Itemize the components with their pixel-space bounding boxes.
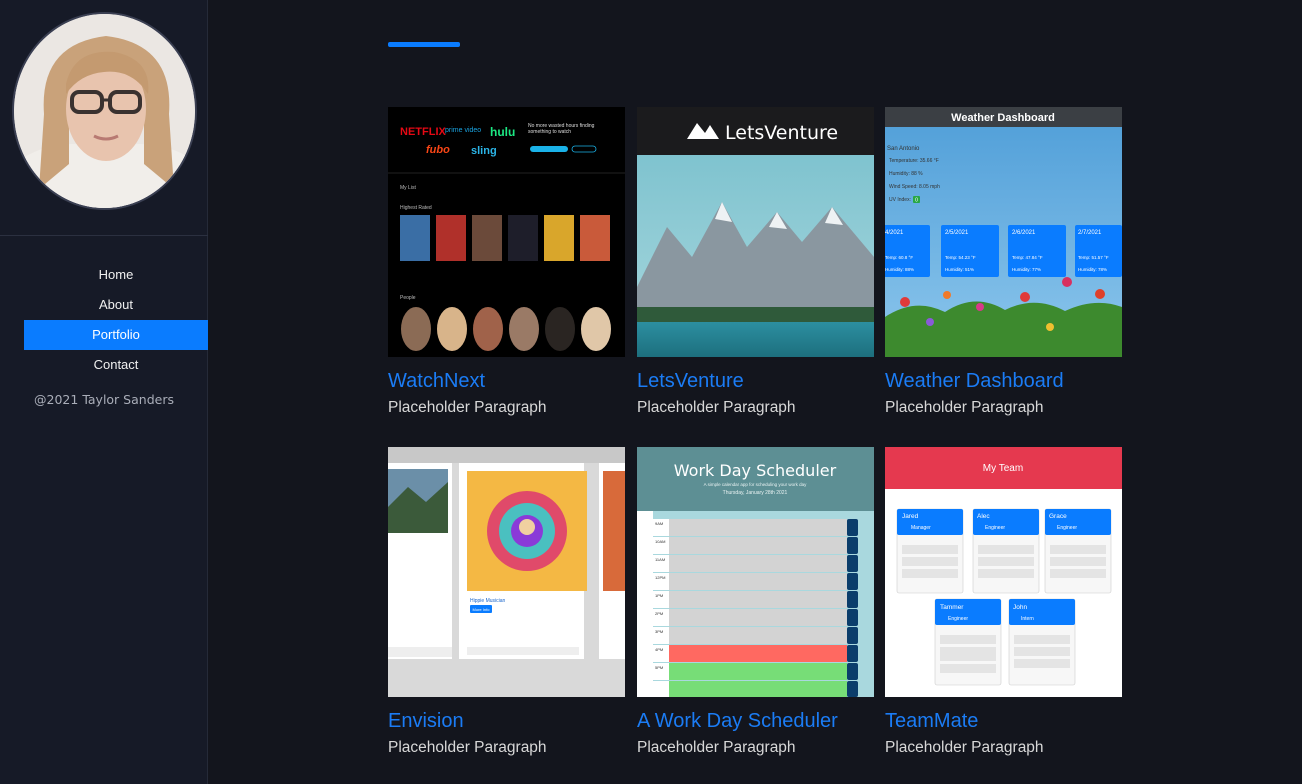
- member-name: John: [1013, 604, 1027, 611]
- hour-label: 12PM: [655, 575, 665, 580]
- netflix-logo: NETFLIX: [400, 126, 446, 138]
- project-description: Placeholder Paragraph: [388, 739, 547, 756]
- project-thumbnail-watchnext[interactable]: NETFLIX prime video hulu fubo sling No m…: [388, 107, 625, 357]
- project-title[interactable]: WatchNext: [388, 370, 625, 393]
- scheduler-subtitle: A simple calendar app for scheduling you…: [704, 482, 808, 487]
- weather-stat-temp: Temperature: 35.66 °F: [889, 158, 939, 164]
- main-nav: Home About Portfolio Contact: [24, 260, 208, 380]
- forecast-date: 2/5/2021: [945, 230, 969, 236]
- watchnext-section-mylist: My List: [400, 185, 416, 191]
- weather-stat-humidity: Humidity: 88 %: [889, 171, 923, 177]
- watchnext-tagline: No more wasted hours finding something t…: [528, 123, 595, 135]
- weather-stat-wind: Wind Speed: 8.05 mph: [889, 184, 940, 190]
- prime-logo: prime video: [445, 127, 481, 134]
- hour-label: 11AM: [655, 557, 665, 562]
- member-role: Manager: [911, 525, 931, 531]
- project-title[interactable]: Weather Dashboard: [885, 370, 1122, 393]
- scheduler-rows: [653, 519, 858, 697]
- project-description: Placeholder Paragraph: [885, 739, 1044, 756]
- project-description: Placeholder Paragraph: [388, 399, 547, 416]
- sidebar-divider: [0, 235, 208, 236]
- forecast-date: 2/7/2021: [1078, 230, 1102, 236]
- weather-city: San Antonio: [887, 146, 920, 152]
- project-description: Placeholder Paragraph: [637, 399, 796, 416]
- forecast-humidity: Humidity: 51%: [945, 267, 974, 272]
- project-card-envision: Hippie Musician More Info Envision Place…: [388, 447, 625, 757]
- member-name: Grace: [1049, 513, 1067, 520]
- letsventure-brand: LetsVenture: [725, 122, 838, 144]
- member-name: Tammer: [940, 604, 964, 611]
- teammate-header: My Team: [983, 463, 1023, 474]
- project-thumbnail-weather[interactable]: Weather Dashboard San Antonio Temperatur…: [885, 107, 1122, 357]
- copyright: @2021 Taylor Sanders: [34, 392, 174, 407]
- member-name: Alec: [977, 513, 990, 520]
- sling-logo: sling: [471, 145, 497, 157]
- project-title[interactable]: LetsVenture: [637, 370, 874, 393]
- member-role: Engineer: [985, 525, 1005, 531]
- project-card-watchnext: NETFLIX prime video hulu fubo sling No m…: [388, 107, 625, 417]
- project-description: Placeholder Paragraph: [885, 399, 1044, 416]
- project-description: Placeholder Paragraph: [637, 739, 796, 756]
- project-card-teammate: My Team Jared Manager Alec Engineer Grac…: [885, 447, 1122, 757]
- nav-portfolio[interactable]: Portfolio: [24, 320, 208, 350]
- member-role: Intern: [1021, 616, 1034, 622]
- hour-label: 2PM: [655, 611, 663, 616]
- section-accent-bar: [388, 42, 460, 47]
- weather-uv-value: 0: [915, 198, 918, 204]
- forecast-humidity: Humidity: 78%: [1078, 267, 1107, 272]
- project-card-scheduler: Work Day Scheduler A simple calendar app…: [637, 447, 874, 757]
- project-thumbnail-teammate[interactable]: My Team Jared Manager Alec Engineer Grac…: [885, 447, 1122, 697]
- watchnext-section-rated: Highest Rated: [400, 205, 432, 211]
- forecast-temp: Temp: 51.57 °F: [1078, 255, 1109, 260]
- forecast-temp: Temp: 47.84 °F: [1012, 255, 1043, 260]
- forecast-date: 2/6/2021: [1012, 230, 1036, 236]
- watchnext-section-people: People: [400, 295, 416, 301]
- scheduler-date: Thursday, January 28th 2021: [723, 490, 788, 496]
- hour-label: 9AM: [655, 521, 663, 526]
- hour-label: 3PM: [655, 629, 663, 634]
- envision-more-button: More Info: [473, 607, 491, 612]
- hour-label: 10AM: [655, 539, 665, 544]
- project-title[interactable]: TeamMate: [885, 710, 1122, 733]
- project-card-letsventure: LetsVenture LetsVenture Placeholder Para…: [637, 107, 874, 417]
- sidebar: Home About Portfolio Contact @2021 Taylo…: [0, 0, 208, 784]
- project-thumbnail-scheduler[interactable]: Work Day Scheduler A simple calendar app…: [637, 447, 874, 697]
- project-thumbnail-letsventure[interactable]: LetsVenture: [637, 107, 874, 357]
- weather-stat-uv: UV Index:: [889, 197, 911, 203]
- nav-home[interactable]: Home: [24, 260, 208, 290]
- hour-label: 1PM: [655, 593, 663, 598]
- scheduler-header: Work Day Scheduler: [674, 461, 837, 480]
- forecast-temp: Temp: 54.23 °F: [945, 255, 976, 260]
- forecast-date: 4/2021: [885, 230, 904, 236]
- forecast-temp: Temp: 60.8 °F: [885, 255, 913, 260]
- project-title[interactable]: A Work Day Scheduler: [637, 710, 874, 733]
- project-card-weather-dashboard: Weather Dashboard San Antonio Temperatur…: [885, 107, 1122, 417]
- member-role: Engineer: [948, 616, 968, 622]
- nav-about[interactable]: About: [24, 290, 208, 320]
- forecast-humidity: Humidity: 88%: [885, 267, 914, 272]
- project-thumbnail-envision[interactable]: Hippie Musician More Info: [388, 447, 625, 697]
- forecast-humidity: Humidity: 77%: [1012, 267, 1041, 272]
- hulu-logo: hulu: [490, 125, 515, 139]
- member-role: Engineer: [1057, 525, 1077, 531]
- nav-contact[interactable]: Contact: [24, 350, 208, 380]
- project-title[interactable]: Envision: [388, 710, 625, 733]
- envision-caption: Hippie Musician: [470, 598, 506, 604]
- profile-avatar: [12, 12, 197, 210]
- hour-label: 5PM: [655, 665, 663, 670]
- weather-header: Weather Dashboard: [951, 112, 1055, 124]
- fubo-logo: fubo: [426, 144, 450, 156]
- hour-label: 4PM: [655, 647, 663, 652]
- member-name: Jared: [902, 513, 919, 520]
